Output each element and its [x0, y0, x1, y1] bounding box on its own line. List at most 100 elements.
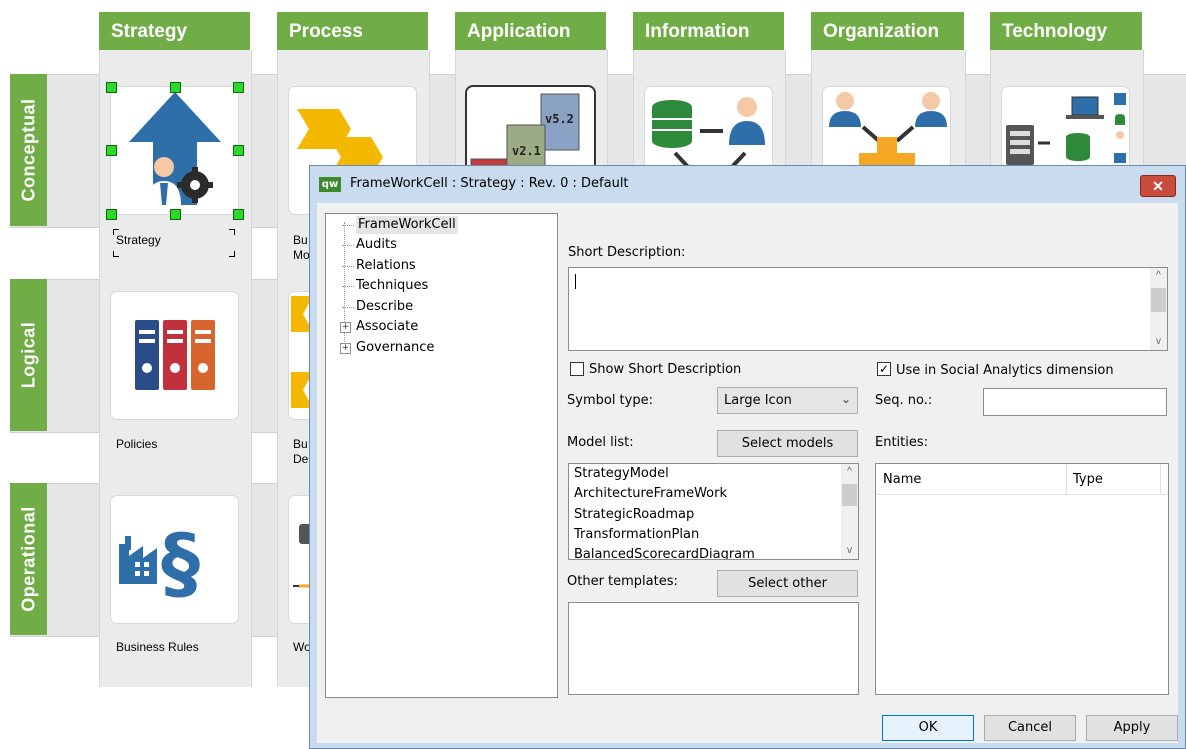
- close-button[interactable]: ✕: [1140, 175, 1176, 197]
- selection-handle-n[interactable]: [170, 82, 181, 93]
- cell-label-business-design[interactable]: Bu De: [293, 437, 308, 467]
- entities-table[interactable]: Name Type: [875, 463, 1169, 695]
- tree-connector: [342, 245, 354, 247]
- cell-conceptual-strategy[interactable]: [111, 87, 238, 214]
- row-header-operational-label: Operational: [18, 506, 38, 612]
- column-header-process[interactable]: Process: [277, 12, 428, 50]
- row-header-conceptual[interactable]: Conceptual: [10, 74, 47, 226]
- selection-handle-se[interactable]: [233, 209, 244, 220]
- tree-item-governance[interactable]: Governance: [356, 339, 434, 357]
- row-header-conceptual-label: Conceptual: [18, 98, 38, 202]
- tree-connector: [342, 307, 354, 309]
- selection-handle-w[interactable]: [106, 145, 117, 156]
- other-templates-box[interactable]: [568, 602, 859, 695]
- framework-cell-dialog: qw FrameWorkCell : Strategy : Rev. 0 : D…: [309, 165, 1186, 749]
- scroll-thumb[interactable]: [1151, 288, 1166, 312]
- tree-item-relations[interactable]: Relations: [356, 257, 416, 275]
- model-list-item[interactable]: TransformationPlan: [574, 527, 699, 542]
- expand-governance-icon[interactable]: +: [340, 343, 351, 354]
- apply-button[interactable]: Apply: [1086, 715, 1178, 741]
- selection-handle-s[interactable]: [170, 209, 181, 220]
- column-header-application[interactable]: Application: [455, 12, 606, 50]
- checkmark-icon: ✓: [878, 362, 890, 376]
- cell-label-business-design-line2: De: [293, 452, 309, 466]
- business-rules-icon: §: [119, 519, 200, 609]
- model-list-scrollbar[interactable]: ^ v: [841, 464, 858, 559]
- column-divider[interactable]: [1066, 464, 1067, 494]
- select-other-button[interactable]: Select other: [717, 570, 858, 597]
- strategy-icon: [129, 92, 221, 205]
- cell-label-business-design-line1: Bu: [293, 437, 308, 451]
- entities-column-name[interactable]: Name: [883, 472, 921, 487]
- selection-handle-e[interactable]: [233, 145, 244, 156]
- version-label-v21: v2.1: [512, 144, 541, 158]
- cancel-button[interactable]: Cancel: [984, 715, 1076, 741]
- column-header-technology[interactable]: Technology: [990, 12, 1142, 50]
- cell-label-business-model-line2: Mo: [293, 248, 310, 262]
- column-header-information[interactable]: Information: [633, 12, 784, 50]
- selection-handle-sw[interactable]: [106, 209, 117, 220]
- navigation-tree[interactable]: FrameWorkCell Audits Relations Technique…: [325, 213, 558, 698]
- cell-label-business-model[interactable]: Bu Mo: [293, 233, 310, 263]
- scroll-up-icon[interactable]: ^: [841, 464, 858, 480]
- ok-button[interactable]: OK: [882, 715, 974, 741]
- entities-column-type[interactable]: Type: [1073, 472, 1103, 487]
- model-list-item[interactable]: BalancedScorecardDiagram: [574, 547, 755, 559]
- tree-connector: [342, 266, 354, 268]
- app-logo-icon: qw: [319, 177, 341, 192]
- cell-operational-strategy[interactable]: §: [111, 496, 238, 623]
- tree-item-associate[interactable]: Associate: [356, 318, 418, 336]
- dialog-body: FrameWorkCell Audits Relations Technique…: [317, 203, 1178, 743]
- tree-item-describe[interactable]: Describe: [356, 298, 413, 316]
- row-header-operational[interactable]: Operational: [10, 483, 47, 635]
- model-list-box[interactable]: StrategyModel ArchitectureFrameWork Stra…: [568, 463, 859, 560]
- tree-connector: [342, 225, 354, 227]
- dialog-titlebar[interactable]: qw FrameWorkCell : Strategy : Rev. 0 : D…: [310, 166, 1185, 202]
- use-social-analytics-label[interactable]: Use in Social Analytics dimension: [896, 363, 1114, 378]
- scroll-down-icon[interactable]: v: [1150, 334, 1167, 350]
- row-header-logical-label: Logical: [18, 321, 38, 389]
- symbol-type-select[interactable]: Large Icon ⌄: [717, 387, 858, 414]
- scroll-up-icon[interactable]: ^: [1150, 268, 1167, 284]
- tree-connector: [342, 286, 354, 288]
- symbol-type-label: Symbol type:: [567, 393, 653, 408]
- model-list-item[interactable]: StrategyModel: [574, 466, 669, 481]
- version-label-v52: v5.2: [545, 112, 574, 126]
- cell-label-policies[interactable]: Policies: [116, 437, 157, 451]
- close-icon: ✕: [1152, 178, 1164, 194]
- row-header-logical[interactable]: Logical: [10, 279, 47, 431]
- scroll-down-icon[interactable]: v: [841, 543, 858, 559]
- cell-label-business-rules[interactable]: Business Rules: [116, 640, 199, 654]
- selection-handle-nw[interactable]: [106, 82, 117, 93]
- tree-item-audits[interactable]: Audits: [356, 236, 397, 254]
- policies-binders-icon: [135, 320, 215, 390]
- column-header-organization[interactable]: Organization: [811, 12, 964, 50]
- cell-logical-strategy[interactable]: [111, 292, 238, 419]
- cell-label-strategy[interactable]: Strategy: [116, 233, 161, 247]
- seq-no-input[interactable]: [983, 388, 1167, 416]
- symbol-type-value: Large Icon: [724, 393, 792, 408]
- model-list-item[interactable]: ArchitectureFrameWork: [574, 486, 727, 501]
- scroll-thumb[interactable]: [842, 484, 857, 506]
- column-header-strategy[interactable]: Strategy: [99, 12, 250, 50]
- select-models-button[interactable]: Select models: [717, 430, 858, 457]
- show-short-description-checkbox[interactable]: [570, 362, 584, 376]
- show-short-description-label[interactable]: Show Short Description: [589, 362, 741, 377]
- section-sign-icon: §: [161, 519, 200, 609]
- text-cursor: [575, 274, 576, 289]
- tree-item-frameworkcell[interactable]: FrameWorkCell: [356, 216, 458, 234]
- dialog-title: FrameWorkCell : Strategy : Rev. 0 : Defa…: [350, 176, 629, 191]
- use-social-analytics-checkbox[interactable]: ✓: [877, 362, 891, 376]
- tree-item-techniques[interactable]: Techniques: [356, 277, 428, 295]
- expand-associate-icon[interactable]: +: [340, 322, 351, 333]
- column-divider[interactable]: [1160, 464, 1161, 494]
- entities-label: Entities:: [875, 435, 929, 450]
- other-templates-label: Other templates:: [567, 574, 678, 589]
- seq-no-label: Seq. no.:: [875, 393, 933, 408]
- short-description-label: Short Description:: [568, 245, 686, 260]
- selection-handle-ne[interactable]: [233, 82, 244, 93]
- model-list-item[interactable]: StrategicRoadmap: [574, 507, 694, 522]
- short-description-input[interactable]: ^ v: [568, 267, 1168, 351]
- cell-label-business-model-line1: Bu: [293, 233, 308, 247]
- short-description-scrollbar[interactable]: ^ v: [1150, 268, 1167, 350]
